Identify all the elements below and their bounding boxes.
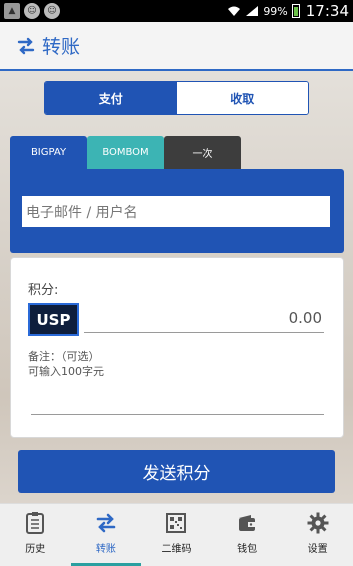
nav-label: 设置 [307,544,328,555]
amount-input[interactable]: 0.00 [84,304,324,333]
tab-bombom[interactable]: BOMBOM [87,136,164,169]
notification-icon: ☺ [24,3,40,19]
receive-segment[interactable]: 收取 [176,82,308,114]
transfer-icon [17,37,35,54]
tab-bigpay[interactable]: BIGPAY [10,136,87,169]
page-title: 转账 [42,36,81,58]
gear-icon [307,512,329,534]
battery-icon [291,4,300,18]
status-bar: ▲ ☺ ☺ 99% 17:34 [0,0,353,22]
nav-item-settings[interactable]: 设置 [282,504,353,566]
clock: 17:34 [305,2,349,20]
battery-percent: 99% [263,4,288,18]
nav-item-qr-code[interactable]: 二维码 [141,504,212,566]
nav-item-history[interactable]: 历史 [0,504,71,566]
nav-item-transfer[interactable]: 转账 [70,504,142,566]
pay-segment[interactable]: 支付 [45,82,177,114]
transfer-icon [95,512,117,534]
points-card: 积分: USP 0.00 备注：（可选） 可输入100字元 [10,257,344,438]
nav-label: 钱包 [237,544,258,555]
bottom-navigation: 历史 转账 二维码 钱包 设置 [0,503,353,566]
app-header: 转账 [0,22,353,71]
wifi-icon [228,6,241,16]
nav-label: 二维码 [161,544,192,555]
history-icon [24,512,46,534]
notification-icon: ☺ [44,3,60,19]
recipient-panel: 电子邮件 / 用户名 [10,169,344,253]
nav-item-wallet[interactable]: 钱包 [212,504,283,566]
signal-icon [246,6,259,16]
tab-once[interactable]: 一次 [164,136,241,169]
note-hint: 可输入100字元 [28,365,104,378]
nav-label: 转账 [95,544,116,555]
note-input[interactable] [31,414,324,415]
send-points-button[interactable]: 发送积分 [18,450,335,493]
image-notification-icon: ▲ [4,3,20,19]
nav-label: 历史 [25,544,46,555]
pay-receive-toggle: 支付 收取 [44,81,309,115]
currency-selector[interactable]: USP [28,303,79,336]
qr-code-icon [165,512,187,534]
note-label: 备注：（可选） [28,350,100,363]
wallet-icon [236,512,258,534]
payment-method-tabs: BIGPAY BOMBOM 一次 [10,136,241,169]
recipient-input[interactable]: 电子邮件 / 用户名 [22,196,330,227]
points-label: 积分: [28,283,59,298]
